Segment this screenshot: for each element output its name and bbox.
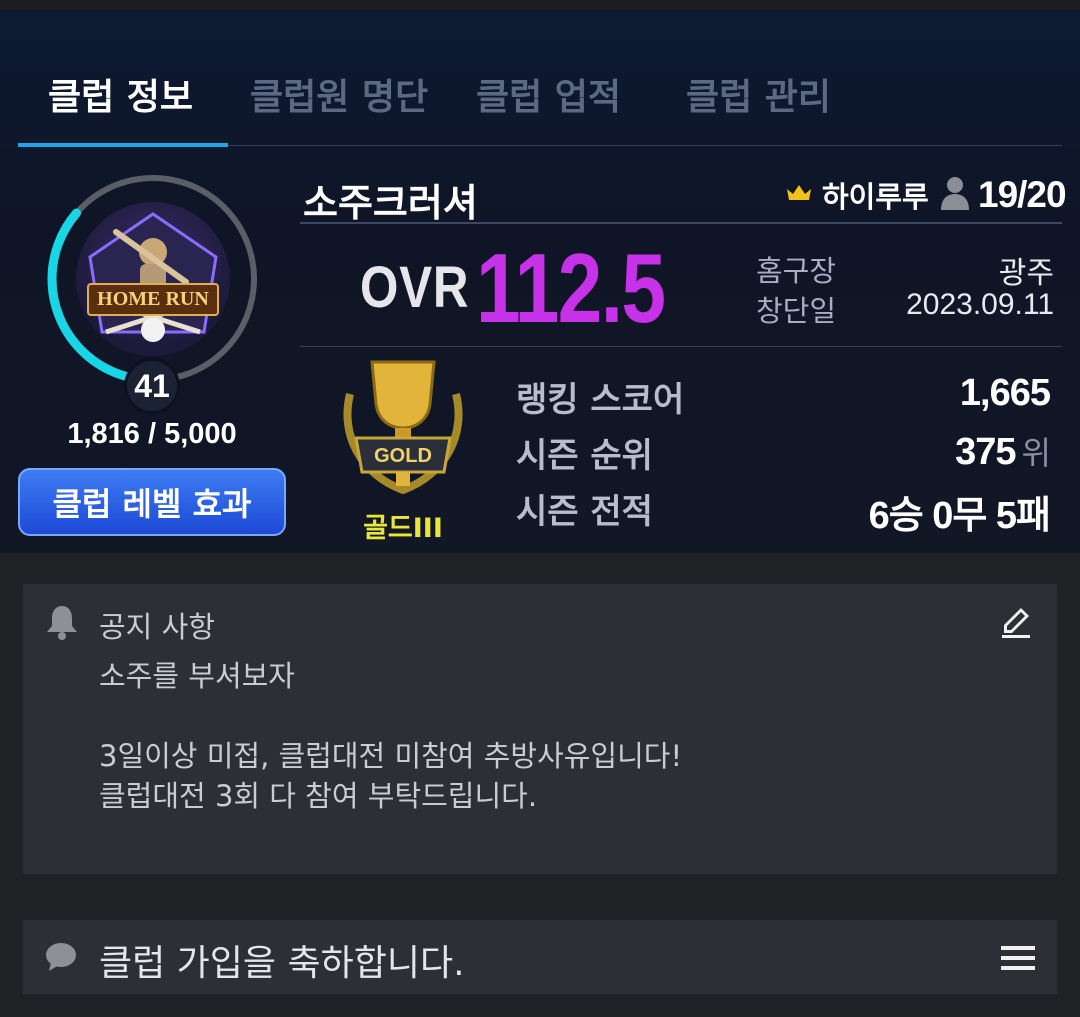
- member-count: 19/20: [978, 174, 1067, 215]
- tab-club-info[interactable]: 클럽 정보: [48, 68, 193, 120]
- tab-member-list[interactable]: 클럽원 명단: [250, 68, 428, 120]
- club-logo: HOME RUN: [76, 202, 230, 356]
- edit-icon[interactable]: [1001, 606, 1031, 638]
- divider: [300, 346, 1062, 347]
- ranking-score-label: 랭킹 스코어: [516, 380, 685, 420]
- club-level-badge: 41: [124, 358, 180, 414]
- person-icon: [941, 177, 969, 210]
- season-rank-label: 시즌 순위: [516, 436, 653, 476]
- club-exp-text: 1,816 / 5,000: [67, 418, 237, 450]
- divider: [300, 222, 1062, 224]
- club-emblem: HOME RUN: [46, 172, 260, 386]
- tab-club-achievements[interactable]: 클럽 업적: [476, 68, 621, 120]
- season-record-value: 6승 0무 5패: [868, 495, 1051, 537]
- active-tab-indicator: [18, 143, 228, 147]
- crown-icon: [787, 185, 811, 200]
- bell-icon: [47, 606, 77, 640]
- notice-body: 소주를 부셔보자 3일이상 미접, 클럽대전 미참여 추방사유입니다! 클럽대전…: [99, 659, 683, 813]
- baseball-player-icon: [88, 212, 218, 342]
- season-record-label: 시즌 전적: [516, 492, 653, 532]
- home-stadium-label: 홈구장: [756, 254, 837, 288]
- chat-icon: [46, 943, 76, 971]
- gold-tier-trophy-icon: GOLD: [343, 360, 463, 494]
- tab-bar: 클럽 정보 클럽원 명단 클럽 업적 클럽 관리: [18, 20, 1062, 147]
- season-rank-unit: 위: [1021, 434, 1051, 472]
- notice-panel: 공지 사항 소주를 부셔보자 3일이상 미접, 클럽대전 미참여 추방사유입니다…: [23, 584, 1057, 874]
- club-chat-bar[interactable]: 클럽 가입을 축하합니다.: [23, 920, 1057, 994]
- club-level-effect-button[interactable]: 클럽 레벨 효과: [18, 468, 286, 536]
- season-rank: 375 위: [955, 428, 1051, 474]
- notice-title: 공지 사항: [99, 610, 215, 644]
- ranking-score-value: 1,665: [959, 372, 1051, 414]
- home-stadium-value: 광주: [998, 257, 1054, 290]
- tier-emblem-text: GOLD: [374, 445, 432, 467]
- season-rank-value: 375: [955, 431, 1016, 473]
- club-leader-name[interactable]: 하이루루: [822, 174, 929, 216]
- club-name: 소주크러셔: [303, 181, 478, 225]
- top-status-strip: [0, 0, 1080, 10]
- chat-latest-message: 클럽 가입을 축하합니다.: [99, 943, 465, 984]
- ovr-value: 112.5: [476, 233, 666, 343]
- tier-label: 골드III: [363, 513, 443, 544]
- founded-label: 창단일: [756, 294, 837, 328]
- founded-value: 2023.09.11: [906, 288, 1054, 321]
- tab-club-management[interactable]: 클럽 관리: [686, 68, 831, 120]
- menu-icon[interactable]: [1001, 944, 1035, 972]
- ovr-label: OVR: [360, 255, 470, 320]
- emblem-banner-text: HOME RUN: [87, 282, 219, 316]
